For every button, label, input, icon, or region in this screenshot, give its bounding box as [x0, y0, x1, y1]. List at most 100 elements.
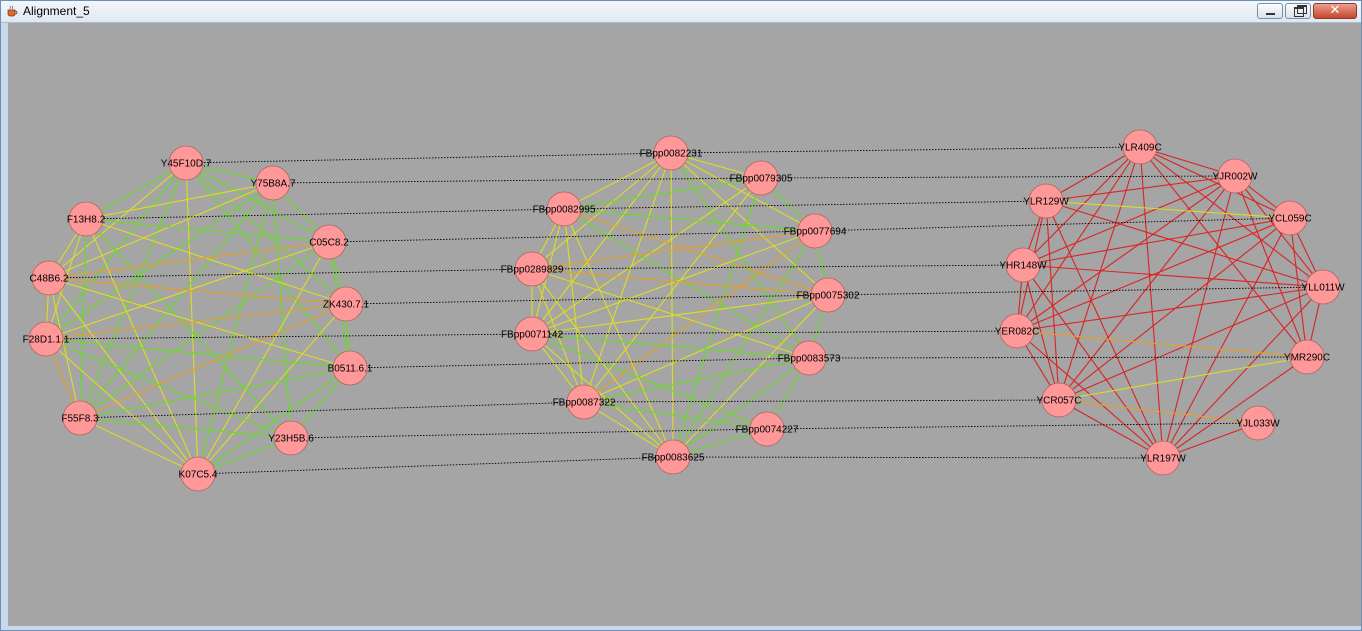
interaction-edge	[531, 230, 816, 270]
graph-node[interactable]: Y45F10D.7	[161, 145, 212, 181]
graph-node[interactable]: Y75B8A.7	[250, 165, 296, 201]
node-label: C05C8.2	[309, 238, 349, 249]
node-label: FBpp0087322	[553, 398, 616, 409]
node-label: C48B6.2	[30, 274, 69, 285]
alignment-line	[583, 399, 1060, 403]
interaction-edge	[1016, 286, 1324, 332]
graph-node[interactable]: B0511.6.1	[328, 350, 373, 386]
graph-node[interactable]: FBpp0074227	[736, 411, 799, 447]
node-label: FBpp0071142	[501, 330, 564, 341]
node-label: YMR290C	[1284, 353, 1330, 364]
graph-node[interactable]: FBpp0071142	[501, 316, 564, 352]
graph-node[interactable]: FBpp0087322	[553, 384, 616, 420]
node-label: F28D1.1.1	[23, 335, 70, 346]
graph-node[interactable]: C05C8.2	[309, 224, 349, 260]
graph-node[interactable]: F55F8.3	[61, 400, 99, 436]
node-label: F13H8.2	[67, 215, 106, 226]
interaction-edge	[85, 182, 274, 220]
minimize-icon	[1266, 13, 1275, 15]
interaction-edge	[79, 182, 274, 419]
node-label: Y23H5B.6	[268, 434, 314, 445]
node-label: FBpp0289829	[501, 265, 564, 276]
interaction-edge	[672, 357, 810, 458]
alignment-line	[670, 146, 1141, 154]
interaction-edge	[670, 152, 816, 232]
interaction-edge	[1139, 146, 1291, 219]
node-label: ZK430.7.1	[323, 300, 370, 311]
alignment-line	[531, 330, 1018, 335]
interaction-edge	[583, 357, 810, 403]
interaction-edge	[79, 417, 199, 475]
graph-node[interactable]: ZK430.7.1	[323, 286, 370, 322]
graph-node[interactable]: YLR129W	[1023, 183, 1069, 219]
java-cup-icon	[7, 5, 18, 17]
interaction-edge	[79, 417, 292, 439]
alignment-line	[808, 356, 1308, 359]
node-label: FBpp0082995	[533, 205, 596, 216]
close-button[interactable]: ✕	[1313, 3, 1357, 19]
interaction-edge	[531, 268, 810, 359]
graph-canvas[interactable]: Y45F10D.7 Y75B8A.7 F13H8.2 C05C8.2 C48B6.2 ZK…	[8, 23, 1361, 626]
alignment-line	[531, 264, 1024, 270]
interaction-edge	[79, 367, 351, 419]
node-label: YER082C	[995, 327, 1039, 338]
graph-node[interactable]: FBpp0075302	[797, 277, 860, 313]
alignment-line	[48, 268, 533, 279]
graph-node[interactable]: YHR148W	[999, 247, 1047, 283]
graph-node[interactable]: FBpp0083573	[778, 340, 841, 376]
node-label: YLR409C	[1118, 143, 1161, 154]
close-icon: ✕	[1329, 3, 1341, 18]
interaction-edge	[563, 208, 816, 232]
interaction-edge	[670, 152, 674, 458]
node-label: FBpp0083573	[778, 354, 841, 365]
alignment-line	[827, 286, 1324, 296]
alignment-line	[563, 200, 1047, 210]
node-label: F55F8.3	[61, 414, 99, 425]
alignment-line	[272, 177, 762, 184]
minimize-button[interactable]	[1257, 3, 1283, 19]
node-label: FBpp0074227	[736, 425, 799, 436]
node-label: FBpp0079305	[730, 174, 793, 185]
interaction-edge	[1016, 330, 1308, 358]
node-label: YLR129W	[1023, 197, 1069, 208]
interaction-edge	[1058, 356, 1308, 401]
window-title: Alignment_5	[23, 4, 90, 18]
nodes-layer: Y45F10D.7 Y75B8A.7 F13H8.2 C05C8.2 C48B6.2 ZK…	[23, 129, 1345, 492]
node-label: YJL033W	[1236, 419, 1280, 430]
alignment-line	[814, 217, 1291, 232]
alignment-line	[766, 422, 1259, 430]
graph-node[interactable]: YER082C	[995, 313, 1039, 349]
graph-node[interactable]: Y23H5B.6	[268, 420, 314, 456]
node-label: YJR002W	[1212, 172, 1258, 183]
node-label: FBpp0082231	[640, 149, 703, 160]
interaction-edge	[1058, 399, 1164, 459]
interaction-edge	[1045, 175, 1236, 202]
interaction-edge	[45, 338, 351, 369]
node-label: YLL011W	[1301, 283, 1345, 294]
alignment-lines-layer	[45, 146, 1324, 475]
title-bar[interactable]: Alignment_5 ✕	[1, 1, 1361, 23]
graph-node[interactable]: F13H8.2	[67, 201, 106, 237]
interaction-edge	[563, 208, 810, 359]
interaction-edge	[79, 241, 330, 419]
alignment-line	[85, 208, 565, 220]
graph-node[interactable]: FBpp0289829	[501, 251, 564, 287]
interaction-edge	[1058, 286, 1324, 401]
node-label: FBpp0075302	[797, 291, 860, 302]
graph-node[interactable]: YJL033W	[1236, 405, 1280, 441]
interaction-edge	[1234, 175, 1324, 288]
interaction-edge	[672, 230, 816, 458]
interaction-edge	[1022, 264, 1324, 288]
alignment-line	[45, 333, 533, 340]
alignment-graph[interactable]: Y45F10D.7 Y75B8A.7 F13H8.2 C05C8.2 C48B6.2 ZK…	[8, 23, 1361, 626]
interaction-edge	[1016, 146, 1141, 332]
node-label: B0511.6.1	[328, 364, 373, 375]
graph-node[interactable]: FBpp0083625	[642, 439, 705, 475]
node-label: FBpp0083625	[642, 453, 705, 464]
alignment-line	[672, 456, 1164, 459]
restore-button[interactable]	[1285, 3, 1311, 19]
interaction-edge	[185, 162, 199, 475]
interaction-edge	[1058, 217, 1291, 401]
interaction-edge	[563, 208, 585, 403]
interaction-edge	[1058, 146, 1141, 401]
